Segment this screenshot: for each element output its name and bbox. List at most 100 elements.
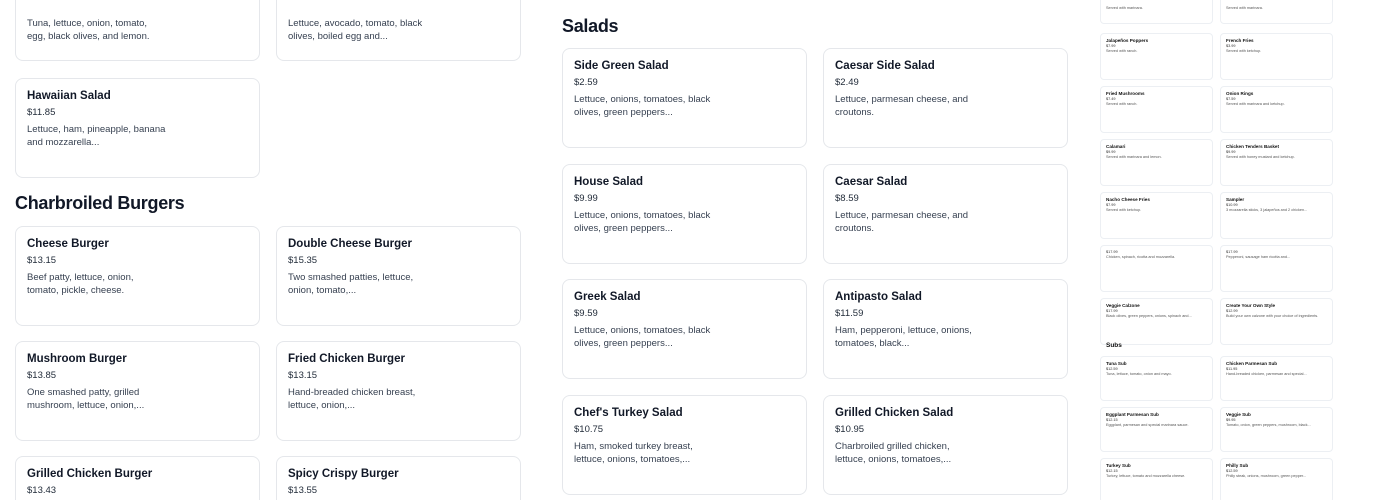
item-price: $13.15 xyxy=(288,370,318,381)
item-price: $13.43 xyxy=(27,485,57,496)
item-description: Lettuce, onions, tomatoes, black olives,… xyxy=(574,210,711,235)
mini-desc: Served with marinara. xyxy=(1106,6,1143,10)
mini-desc: Served with marinara and ketchup. xyxy=(1226,102,1285,106)
mini-desc: Tuna, lettuce, tomato, onion and mayo. xyxy=(1106,372,1172,376)
item-name: Chef's Turkey Salad xyxy=(574,407,683,419)
menu-item-card[interactable]: House Salad $9.99 Lettuce, onions, tomat… xyxy=(562,164,807,264)
item-price: $2.49 xyxy=(835,77,859,88)
menu-item-card[interactable]: Caesar Side Salad $2.49 Lettuce, parmesa… xyxy=(823,48,1068,148)
menu-item-card[interactable]: Side Green Salad $2.59 Lettuce, onions, … xyxy=(562,48,807,148)
mini-card[interactable]: Served with marinara. xyxy=(1100,0,1213,24)
mini-card[interactable]: Turkey Sub $12.15 Turkey, lettuce, tomato … xyxy=(1100,458,1213,500)
menu-item-card[interactable]: Mushroom Burger $13.85 One smashed patty… xyxy=(15,341,260,441)
item-name: Side Green Salad xyxy=(574,60,669,72)
mini-card[interactable]: Tuna Sub $12.59 Tuna, lettuce, tomato, oni… xyxy=(1100,356,1213,401)
mini-desc: Served with honey mustard and ketchup. xyxy=(1226,155,1295,159)
mini-card[interactable]: Onion Rings $7.59 Served with marinara and… xyxy=(1220,86,1333,133)
item-name: Caesar Salad xyxy=(835,176,908,188)
mini-card[interactable]: Calamari $9.99 Served with marinara and le… xyxy=(1100,139,1213,186)
mini-desc: Served with ranch. xyxy=(1106,49,1138,53)
menu-item-card[interactable]: Hawaiian Salad $11.85 Lettuce, ham, pine… xyxy=(15,78,260,178)
mini-desc: Philly steak, onions, mushroom, green pe… xyxy=(1226,474,1307,478)
menu-item-card[interactable]: Lettuce, avocado, tomato, black olives, … xyxy=(276,0,521,61)
menu-item-card[interactable]: Grilled Chicken Burger $13.43 xyxy=(15,456,260,500)
item-name: Grilled Chicken Salad xyxy=(835,407,954,419)
mini-card[interactable]: $17.99 Pepperoni, sausage ham ricotta and… xyxy=(1220,245,1333,292)
mini-desc: Pepperoni, sausage ham ricotta and... xyxy=(1226,255,1291,259)
menu-item-card[interactable]: Greek Salad $9.59 Lettuce, onions, tomat… xyxy=(562,279,807,379)
mini-desc: Eggplant, parmesan and special marinara … xyxy=(1106,423,1189,427)
mini-card[interactable]: Sampler $10.99 3 mozzarella sticks, 3 jala… xyxy=(1220,192,1333,239)
item-name: Greek Salad xyxy=(574,291,641,303)
item-description: Beef patty, lettuce, onion, tomato, pick… xyxy=(27,272,134,297)
item-description: Ham, smoked turkey breast, lettuce, onio… xyxy=(574,441,693,466)
menu-item-card[interactable]: Antipasto Salad $11.59 Ham, pepperoni, l… xyxy=(823,279,1068,379)
section-title-subs: Subs xyxy=(1106,342,1122,349)
mini-card[interactable]: Philly Sub $12.59 Philly steak, onions, mu… xyxy=(1220,458,1333,500)
item-name: Fried Chicken Burger xyxy=(288,353,405,365)
item-description: Lettuce, parmesan cheese, and croutons. xyxy=(835,94,969,119)
item-price: $13.15 xyxy=(27,255,57,266)
item-price: $13.85 xyxy=(27,370,57,381)
mini-card[interactable]: Chicken Tenders Basket $9.99 Served with h… xyxy=(1220,139,1333,186)
mini-desc: Served with ranch. xyxy=(1106,102,1138,106)
mini-desc: Hand-breaded chicken, parmesan and speci… xyxy=(1226,372,1307,376)
menu-item-card[interactable]: Chef's Turkey Salad $10.75 Ham, smoked t… xyxy=(562,395,807,495)
item-price: $9.99 xyxy=(574,193,598,204)
item-description: Lettuce, onions, tomatoes, black olives,… xyxy=(574,94,711,119)
menu-item-card[interactable]: Fried Chicken Burger $13.15 Hand-breaded… xyxy=(276,341,521,441)
section-title-burgers: Charbroiled Burgers xyxy=(15,193,185,213)
mini-desc: Served with ketchup. xyxy=(1106,208,1142,212)
mini-desc: Build your own calzone with your choice … xyxy=(1226,314,1319,318)
item-name: Spicy Crispy Burger xyxy=(288,468,399,480)
menu-item-card[interactable]: Grilled Chicken Salad $10.95 Charbroiled… xyxy=(823,395,1068,495)
item-description: Charbroiled grilled chicken, lettuce, on… xyxy=(835,441,952,466)
menu-item-card[interactable]: Double Cheese Burger $15.35 Two smashed … xyxy=(276,226,521,326)
item-name: Grilled Chicken Burger xyxy=(27,468,153,480)
item-description: Lettuce, avocado, tomato, black olives, … xyxy=(288,18,423,43)
item-description: Lettuce, parmesan cheese, and croutons. xyxy=(835,210,969,235)
item-price: $15.35 xyxy=(288,255,318,266)
item-name: Cheese Burger xyxy=(27,238,109,250)
mini-desc: Chicken, spinach, ricotta and mozzarella… xyxy=(1106,255,1176,259)
item-description: One smashed patty, grilled mushroom, let… xyxy=(27,387,145,412)
menu-item-card[interactable]: Tuna, lettuce, onion, tomato, egg, black… xyxy=(15,0,260,61)
mini-card[interactable]: Nacho Cheese Fries $7.99 Served with ketch… xyxy=(1100,192,1213,239)
item-price: $10.95 xyxy=(835,424,865,435)
mini-desc: 3 mozzarella sticks, 3 jalapeños and 2 c… xyxy=(1226,208,1308,212)
item-name: Antipasto Salad xyxy=(835,291,922,303)
item-price: $11.59 xyxy=(835,308,864,319)
mini-desc: Turkey, lettuce, tomato and mozzarella c… xyxy=(1106,474,1186,478)
menu-item-card[interactable]: Cheese Burger $13.15 Beef patty, lettuce… xyxy=(15,226,260,326)
item-name: Mushroom Burger xyxy=(27,353,127,365)
section-title-salads: Salads xyxy=(562,16,619,36)
item-description: Tuna, lettuce, onion, tomato, egg, black… xyxy=(27,18,150,43)
mini-card[interactable]: $17.99 Chicken, spinach, ricotta and mozz… xyxy=(1100,245,1213,292)
item-price: $11.85 xyxy=(27,107,56,118)
item-description: Hand-breaded chicken breast, lettuce, on… xyxy=(288,387,416,412)
menu-item-card[interactable]: Spicy Crispy Burger $13.55 xyxy=(276,456,521,500)
item-description: Two smashed patties, lettuce, onion, tom… xyxy=(288,272,414,297)
item-price: $10.75 xyxy=(574,424,604,435)
mini-card[interactable]: Chicken Parmesan Sub $11.95 Hand-breaded c… xyxy=(1220,356,1333,401)
menu-item-card[interactable]: Caesar Salad $8.59 Lettuce, parmesan che… xyxy=(823,164,1068,264)
mini-card[interactable]: Fried Mushrooms $7.49 Served with ranch. xyxy=(1100,86,1213,133)
mini-desc: Black olives, green peppers, onions, spi… xyxy=(1106,314,1192,318)
mini-card[interactable]: Eggplant Parmesan Sub $12.15 Eggplant, par… xyxy=(1100,407,1213,452)
mini-desc: Served with marinara. xyxy=(1226,6,1263,10)
mini-card[interactable]: Veggie Calzone $17.99 Black olives, green … xyxy=(1100,298,1213,345)
mini-card[interactable]: Create Your Own Style $12.99 Build your ow… xyxy=(1220,298,1333,345)
mini-card[interactable]: Veggie Sub $9.95 Tomato, onion, green pepp… xyxy=(1220,407,1333,452)
item-name: Double Cheese Burger xyxy=(288,238,412,250)
item-price: $2.59 xyxy=(574,77,598,88)
mini-desc: Tomato, onion, green peppers, mushroom, … xyxy=(1226,423,1311,427)
item-name: House Salad xyxy=(574,176,644,188)
item-price: $8.59 xyxy=(835,193,859,204)
item-name: Caesar Side Salad xyxy=(835,60,935,72)
mini-card[interactable]: Jalapeños Poppers $7.99 Served with ranch. xyxy=(1100,33,1213,80)
item-description: Lettuce, onions, tomatoes, black olives,… xyxy=(574,325,711,350)
mini-card[interactable]: Served with marinara. xyxy=(1220,0,1333,24)
item-price: $13.55 xyxy=(288,485,318,496)
mini-card[interactable]: French Fries $3.99 Served with ketchup. xyxy=(1220,33,1333,80)
item-description: Ham, pepperoni, lettuce, onions, tomatoe… xyxy=(835,325,972,350)
